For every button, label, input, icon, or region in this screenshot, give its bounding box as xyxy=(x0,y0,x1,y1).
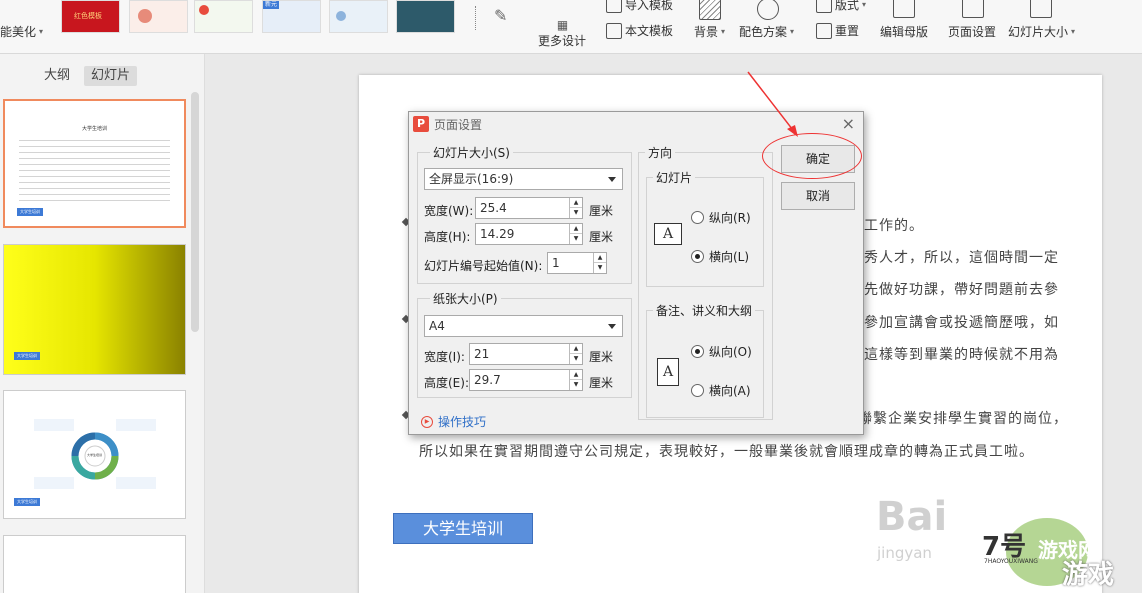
baidu-watermark: Bai xyxy=(876,494,948,540)
site-game: 游戏 xyxy=(1062,560,1115,590)
annotation-ring xyxy=(762,133,862,179)
site-pinyin: 7HAOYOUXIWANG xyxy=(984,558,1038,565)
jingyan-watermark: jingyan xyxy=(877,544,932,562)
annotation-arrow xyxy=(747,71,798,137)
site-watermark: 7号 游戏网 7HAOYOUXIWANG 游戏 xyxy=(962,512,1142,593)
